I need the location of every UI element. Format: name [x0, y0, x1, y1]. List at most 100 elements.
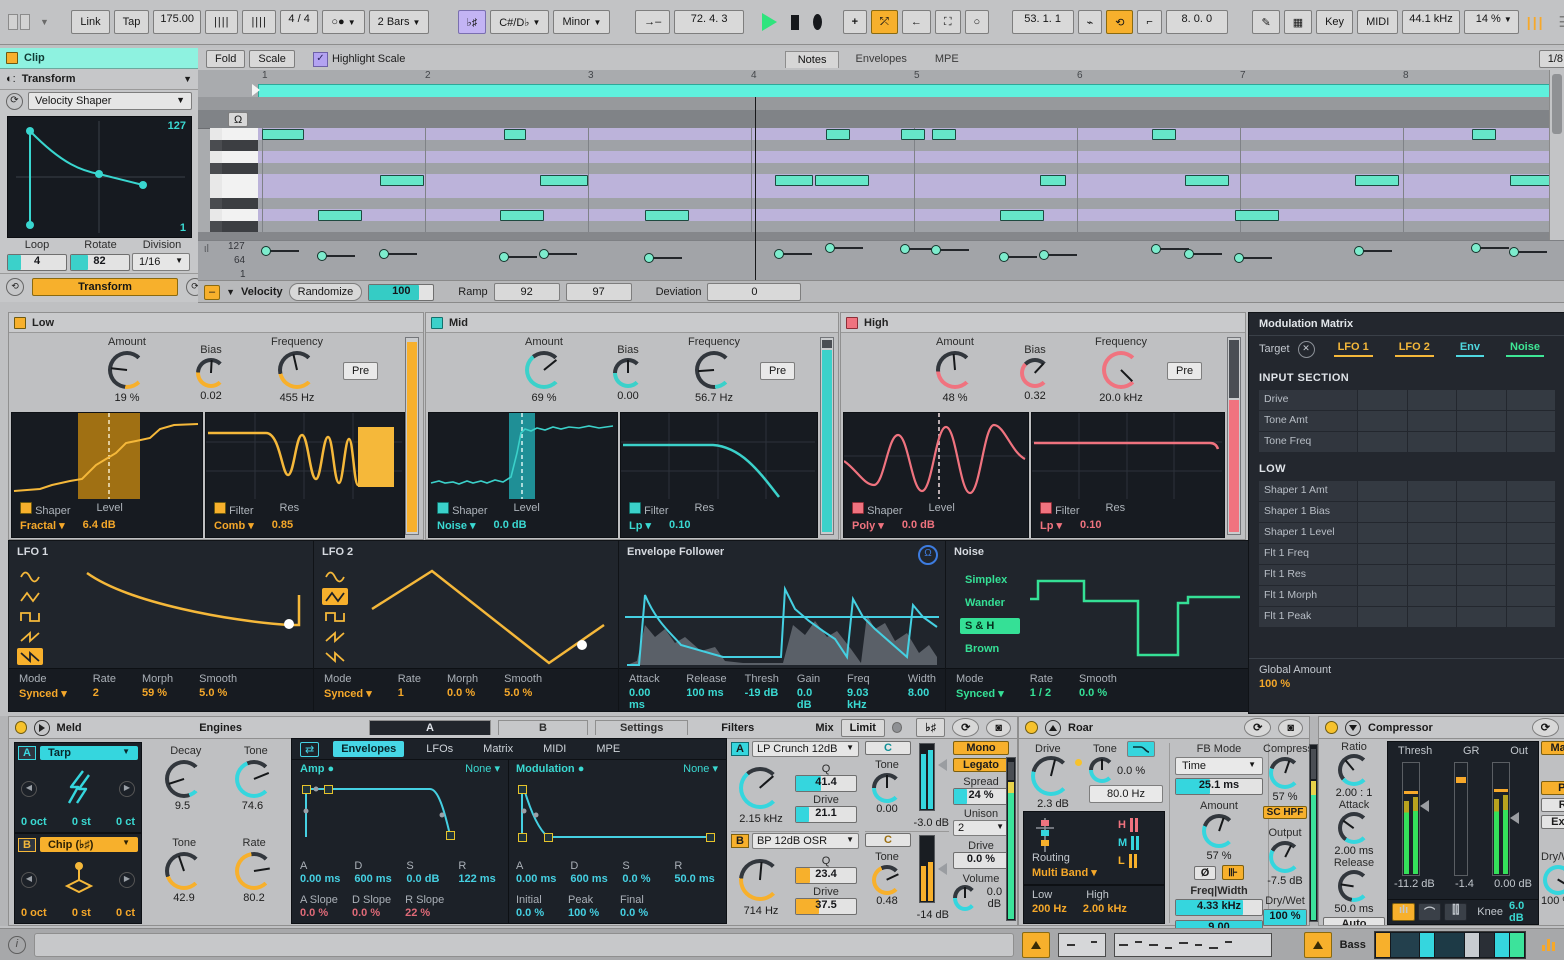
- env-follower-param[interactable]: Attack0.00 ms: [629, 673, 668, 711]
- clip-overview-a[interactable]: [1058, 933, 1105, 957]
- midi-note[interactable]: [380, 175, 424, 186]
- velocity-marker[interactable]: [317, 251, 327, 261]
- global-amount-value[interactable]: 100 %: [1259, 678, 1555, 690]
- transfer-curve-view-button[interactable]: ⌒: [1418, 903, 1441, 921]
- midi-note[interactable]: [826, 129, 850, 140]
- engine-b-oct[interactable]: 0 oct: [21, 907, 47, 919]
- session-view-toggle-icon[interactable]: |||: [1527, 14, 1545, 30]
- listen-headphone-icon[interactable]: Ω: [918, 545, 938, 565]
- automation-arm-button[interactable]: ⤱: [871, 10, 898, 34]
- velocity-marker[interactable]: [1471, 243, 1481, 253]
- link-button[interactable]: Link: [71, 10, 109, 34]
- mono-button[interactable]: Mono: [953, 741, 1009, 755]
- env-param[interactable]: D600 ms: [354, 860, 392, 885]
- lfo-sine-wave-icon[interactable]: [322, 568, 348, 585]
- engine-b-select[interactable]: Chip (♭♯)▼: [40, 837, 138, 852]
- subtab-lfos[interactable]: LFOs: [418, 741, 461, 757]
- midi-overdub-button[interactable]: +: [843, 10, 867, 34]
- filter-a-q-slider[interactable]: 41.4: [795, 775, 857, 792]
- mid-level-value[interactable]: 0.0 dB: [494, 519, 527, 532]
- expand-mode-button[interactable]: Expand: [1541, 815, 1564, 829]
- mod-env-handle[interactable]: [518, 785, 527, 794]
- tab-mpe[interactable]: MPE: [923, 51, 971, 67]
- matrix-cell[interactable]: [1456, 523, 1506, 543]
- loop-button[interactable]: ⟲: [1106, 10, 1133, 34]
- rms-mode-button[interactable]: RMS: [1541, 798, 1564, 812]
- mid-res-value[interactable]: 0.10: [669, 519, 690, 532]
- engine-b-prev-icon[interactable]: ◀: [21, 872, 37, 888]
- velocity-marker[interactable]: [1234, 253, 1244, 263]
- play-button[interactable]: [762, 13, 777, 31]
- roar-hot-swap-icon[interactable]: ⟳: [1244, 718, 1271, 737]
- matrix-cell[interactable]: [1456, 565, 1506, 585]
- limit-button[interactable]: Limit: [841, 719, 885, 737]
- low-bias-knob[interactable]: [196, 358, 226, 388]
- meld-scale-icon[interactable]: ♭♯: [916, 718, 945, 737]
- matrix-cell[interactable]: [1357, 432, 1407, 452]
- lfo-ramp-up-wave-icon[interactable]: [17, 628, 43, 645]
- midi-note[interactable]: [775, 175, 813, 186]
- release-knob[interactable]: [1338, 870, 1370, 902]
- matrix-cell[interactable]: [1506, 565, 1556, 585]
- loop-brace[interactable]: [258, 84, 1550, 98]
- transform-tool-select[interactable]: Velocity Shaper▼: [28, 92, 192, 110]
- roar-filter-shape-button[interactable]: [1127, 741, 1155, 757]
- voice-b-c-button[interactable]: C: [865, 833, 911, 847]
- matrix-source-lfo1[interactable]: LFO 1: [1334, 341, 1373, 357]
- lfo2-mode-select[interactable]: Synced ▾: [324, 687, 372, 700]
- collapsed-view-button[interactable]: ılı: [1392, 903, 1415, 921]
- midi-note[interactable]: [1472, 129, 1496, 140]
- auto-release-button[interactable]: Auto: [1323, 917, 1385, 926]
- beat-time-ruler[interactable]: 12345678: [258, 70, 1564, 83]
- high-filter-type-select[interactable]: Lp ▾: [1040, 519, 1062, 532]
- matrix-cell[interactable]: [1506, 523, 1556, 543]
- env-param[interactable]: Final0.0 %: [620, 894, 658, 919]
- matrix-cell[interactable]: [1456, 481, 1506, 501]
- env-follower-param[interactable]: Thresh-19 dB: [745, 673, 779, 711]
- velocity-marker[interactable]: [1151, 244, 1161, 254]
- velocity-marker[interactable]: [539, 249, 549, 259]
- matrix-cell[interactable]: [1407, 607, 1457, 627]
- routing-mode-select[interactable]: Multi Band ▾: [1032, 866, 1097, 879]
- engine-b-next-icon[interactable]: ▶: [119, 872, 135, 888]
- activity-view-button[interactable]: ⫿⫿: [1444, 903, 1467, 921]
- mid-shaper-graph[interactable]: ShaperLevel Noise ▾0.0 dB: [428, 412, 618, 538]
- filter-b-type-select[interactable]: BP 12dB OSR▼: [752, 833, 859, 849]
- compressor-hot-swap-icon[interactable]: ⟳: [1532, 718, 1559, 737]
- subtab-midi[interactable]: MIDI: [535, 741, 574, 757]
- velocity-lane[interactable]: ιl 127 64 1: [198, 240, 1564, 281]
- engine-a-ct[interactable]: 0 ct: [116, 816, 135, 828]
- compress-knob[interactable]: [1269, 757, 1301, 789]
- midi-note[interactable]: [1235, 210, 1279, 221]
- mid-bias-knob[interactable]: [613, 358, 643, 388]
- noise-mode-select[interactable]: Synced ▾: [956, 687, 1004, 700]
- low-shaper-graph[interactable]: ShaperLevel Fractal ▾6.4 dB: [11, 412, 203, 538]
- voice-a-fader-handle[interactable]: [938, 759, 947, 771]
- stop-button[interactable]: [791, 15, 799, 30]
- matrix-clear-icon[interactable]: ✕: [1298, 341, 1315, 358]
- noise-smooth-value[interactable]: 0.0 %: [1079, 687, 1117, 699]
- matrix-cell[interactable]: [1357, 607, 1407, 627]
- mid-filter-type-select[interactable]: Lp ▾: [629, 519, 651, 532]
- fb-phase-button[interactable]: Ø: [1194, 866, 1216, 880]
- matrix-cell[interactable]: [1506, 502, 1556, 522]
- tab-notes[interactable]: Notes: [785, 51, 840, 68]
- peak-mode-button[interactable]: Peak: [1541, 781, 1564, 795]
- voice-b-meter[interactable]: [919, 835, 935, 903]
- high-res-value[interactable]: 0.10: [1080, 519, 1101, 532]
- piano-keys[interactable]: [222, 128, 258, 232]
- xover-high-value[interactable]: 2.00 kHz: [1083, 903, 1127, 915]
- follow-button[interactable]: →‒: [635, 10, 670, 34]
- engine-a-select[interactable]: Tarp▼: [40, 746, 138, 760]
- filter-b-freq-knob[interactable]: [739, 859, 781, 901]
- lfo1-smooth-value[interactable]: 5.0 %: [199, 687, 237, 699]
- device-chain-expand-button[interactable]: [1304, 932, 1332, 958]
- engine-a-oct[interactable]: 0 oct: [21, 816, 47, 828]
- velocity-marker[interactable]: [644, 253, 654, 263]
- link-session-icon[interactable]: [8, 14, 30, 30]
- chevron-down-icon[interactable]: ▼: [40, 17, 49, 27]
- velocity-marker[interactable]: [999, 252, 1009, 262]
- high-shaper-graph[interactable]: ShaperLevel Poly ▾0.0 dB: [843, 412, 1029, 538]
- threshold-handle[interactable]: [1420, 800, 1429, 812]
- matrix-cell[interactable]: [1407, 411, 1457, 431]
